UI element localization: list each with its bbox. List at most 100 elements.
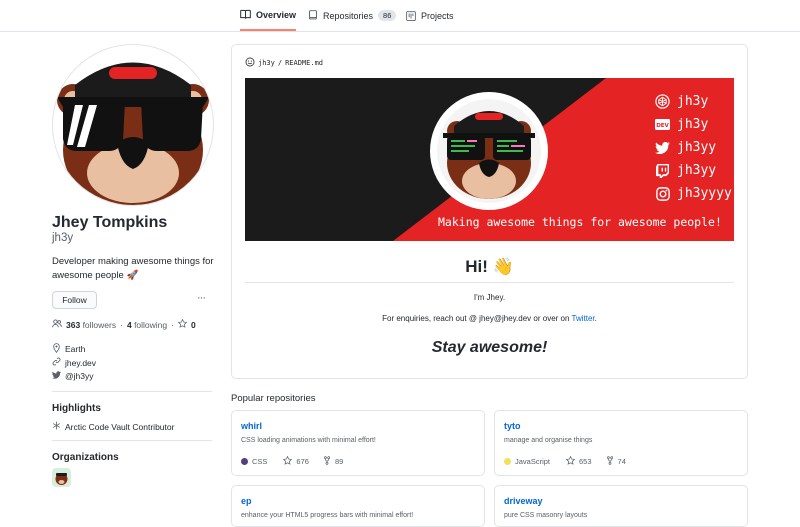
- readme-owner[interactable]: jh3y: [258, 59, 275, 67]
- readme-greeting: Hi! 👋: [465, 257, 514, 276]
- profile-login: jh3y: [52, 232, 74, 244]
- svg-text:DEV: DEV: [656, 123, 669, 129]
- tab-overview-label: Overview: [256, 9, 297, 20]
- following-count: 4: [126, 319, 132, 330]
- dev-icon: DEV: [655, 117, 670, 132]
- avatar[interactable]: [52, 44, 214, 206]
- readme-divider: [245, 282, 734, 283]
- repo-language: JavaScript: [515, 457, 551, 466]
- twitter-icon: [655, 140, 670, 155]
- readme-banner: jh3y DEV jh3y jh3yy jh3yy jh3yyyy Making…: [245, 78, 734, 241]
- book-icon: [240, 9, 251, 20]
- repo-description: manage and organise things: [504, 437, 593, 444]
- snowflake-icon: [52, 421, 61, 432]
- sidebar-divider: [52, 391, 212, 392]
- repo-forks[interactable]: 74: [618, 457, 626, 466]
- repo-name-link[interactable]: whirl: [241, 421, 262, 431]
- highlight-item-label: Arctic Code Vault Contributor: [65, 421, 175, 432]
- repo-forks[interactable]: 89: [335, 457, 343, 466]
- star-icon: [177, 318, 188, 330]
- language-color-dot: [241, 458, 248, 465]
- repo-icon: [308, 10, 318, 21]
- instagram-icon: [655, 186, 670, 201]
- banner-handle-dev: jh3y: [677, 117, 709, 132]
- profile-bio: Developer making awesome things for awes…: [52, 256, 214, 281]
- follow-stats: 363 followers · 4 following · 0: [52, 318, 196, 330]
- repo-card: tyto manage and organise things JavaScri…: [494, 410, 748, 476]
- more-options-button[interactable]: ···: [197, 292, 206, 304]
- readme-enquiries-text: For enquiries, reach out @ jhey@jhey.dev…: [382, 314, 572, 323]
- star-icon: [283, 455, 293, 467]
- repo-language: CSS: [252, 457, 268, 466]
- profile-tabs: Overview Repositories 86 Projects: [0, 0, 800, 32]
- following-label: following: [134, 319, 168, 330]
- bear-avatar-icon: [57, 62, 209, 205]
- highlight-item: Arctic Code Vault Contributor: [52, 421, 174, 432]
- organizations-title: Organizations: [52, 452, 119, 463]
- tab-overview[interactable]: Overview: [240, 0, 297, 31]
- highlights-title: Highlights: [52, 403, 101, 414]
- sidebar-divider: [52, 440, 212, 441]
- twitter-row: @jh3yy: [52, 371, 93, 381]
- following-link[interactable]: 4 following: [127, 320, 167, 330]
- readme-signoff: Stay awesome!: [431, 339, 548, 356]
- stars-count[interactable]: 0: [191, 320, 196, 330]
- star-icon: [565, 455, 576, 467]
- website-link[interactable]: jhey.dev: [65, 358, 96, 368]
- banner-handle-codepen: jh3y: [677, 94, 709, 109]
- repo-name-link[interactable]: driveway: [504, 496, 543, 506]
- readme-path: jh3y / README.md: [245, 57, 323, 69]
- location-text: Earth: [65, 344, 86, 354]
- banner-handle-instagram: jh3yyyy: [677, 186, 732, 201]
- banner-handle-twitter: jh3yy: [677, 140, 717, 155]
- follow-button[interactable]: Follow: [52, 291, 97, 309]
- readme-card: jh3y / README.md jh3y DEV jh3y jh3yy jh3…: [231, 44, 748, 379]
- profile-name: Jhey Tompkins: [52, 214, 168, 231]
- people-icon: [52, 319, 62, 330]
- repo-card: whirl CSS loading animations with minima…: [231, 410, 485, 476]
- repo-name-link[interactable]: tyto: [504, 421, 521, 431]
- banner-twitter-row: jh3yy: [655, 140, 716, 155]
- readme-enquiries-suffix: .: [594, 314, 597, 323]
- banner-twitch-row: jh3yy: [655, 163, 716, 178]
- readme-enquiries: For enquiries, reach out @ jhey@jhey.dev…: [232, 314, 747, 323]
- repo-stars[interactable]: 676: [296, 457, 309, 466]
- followers-label: followers: [82, 319, 117, 330]
- smiley-icon: [245, 57, 255, 69]
- banner-bear-icon: [430, 92, 548, 210]
- location-icon: [52, 343, 61, 355]
- tab-repositories-label: Repositories: [323, 10, 374, 21]
- followers-count: 363: [66, 319, 81, 330]
- tab-repositories[interactable]: Repositories 86: [308, 0, 397, 31]
- tab-projects-label: Projects: [421, 10, 454, 21]
- readme-file[interactable]: README.md: [285, 59, 323, 67]
- banner-handle-twitch: jh3yy: [677, 163, 717, 178]
- followers-link[interactable]: 363 followers: [66, 320, 116, 330]
- banner-dev-row: DEV jh3y: [655, 117, 708, 132]
- popular-repos-title: Popular repositories: [231, 393, 316, 404]
- location-row: Earth: [52, 343, 85, 355]
- twitch-icon: [655, 163, 670, 178]
- twitter-handle-link[interactable]: @jh3yy: [65, 371, 93, 381]
- website-row: jhey.dev: [52, 357, 96, 368]
- tab-projects[interactable]: Projects: [406, 0, 454, 31]
- banner-instagram-row: jh3yyyy: [655, 186, 732, 201]
- banner-tagline: Making awesome things for awesome people…: [438, 215, 722, 229]
- project-icon: [406, 10, 416, 21]
- link-icon: [52, 357, 61, 368]
- repo-meta: CSS 676 89: [241, 455, 343, 467]
- readme-intro: I'm Jhey.: [473, 293, 506, 302]
- twitter-link[interactable]: Twitter: [572, 314, 595, 323]
- language-color-dot: [504, 458, 511, 465]
- repositories-count-badge: 86: [378, 10, 397, 21]
- organization-avatar[interactable]: [52, 468, 71, 487]
- repo-card: driveway pure CSS masonry layouts: [494, 485, 748, 527]
- twitter-icon: [52, 371, 61, 381]
- repo-stars[interactable]: 653: [579, 457, 592, 466]
- repo-meta: JavaScript 653 74: [504, 455, 626, 467]
- fork-icon: [606, 456, 614, 467]
- codepen-icon: [655, 94, 670, 109]
- banner-codepen-row: jh3y: [655, 94, 708, 109]
- repo-name-link[interactable]: ep: [241, 496, 252, 506]
- repo-card: ep enhance your HTML5 progress bars with…: [231, 485, 485, 527]
